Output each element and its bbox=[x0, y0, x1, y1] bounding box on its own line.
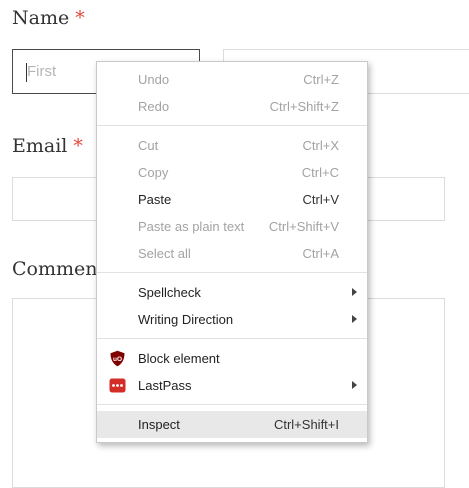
menu-item-label: Paste as plain text bbox=[138, 219, 245, 234]
menu-item-paste[interactable]: Paste Ctrl+V bbox=[97, 186, 367, 213]
submenu-arrow-icon bbox=[352, 381, 357, 389]
menu-item-paste-plain-text[interactable]: Paste as plain text Ctrl+Shift+V bbox=[97, 213, 367, 240]
menu-item-label: Block element bbox=[138, 351, 220, 366]
required-mark: * bbox=[75, 7, 85, 29]
menu-item-cut[interactable]: Cut Ctrl+X bbox=[97, 132, 367, 159]
menu-item-spellcheck[interactable]: Spellcheck bbox=[97, 279, 367, 306]
menu-separator bbox=[97, 125, 367, 126]
menu-item-shortcut: Ctrl+C bbox=[301, 165, 339, 180]
menu-item-shortcut: Ctrl+Shift+I bbox=[273, 417, 339, 432]
menu-item-label: Copy bbox=[138, 165, 169, 180]
menu-item-select-all[interactable]: Select all Ctrl+A bbox=[97, 240, 367, 267]
submenu-arrow-icon bbox=[352, 315, 357, 323]
menu-item-shortcut: Ctrl+Shift+Z bbox=[269, 99, 339, 114]
required-mark: * bbox=[73, 135, 83, 157]
menu-item-undo[interactable]: Undo Ctrl+Z bbox=[97, 66, 367, 93]
menu-item-shortcut: Ctrl+A bbox=[302, 246, 339, 261]
context-menu: Undo Ctrl+Z Redo Ctrl+Shift+Z Cut Ctrl+X… bbox=[96, 61, 368, 443]
menu-item-copy[interactable]: Copy Ctrl+C bbox=[97, 159, 367, 186]
menu-separator bbox=[97, 272, 367, 273]
lastpass-icon bbox=[109, 378, 126, 393]
menu-item-shortcut: Ctrl+X bbox=[302, 138, 339, 153]
email-label: Email * bbox=[12, 135, 83, 157]
menu-item-writing-direction[interactable]: Writing Direction bbox=[97, 306, 367, 333]
menu-item-block-element[interactable]: uO Block element bbox=[97, 345, 367, 372]
menu-separator bbox=[97, 338, 367, 339]
menu-item-lastpass[interactable]: LastPass bbox=[97, 372, 367, 399]
submenu-arrow-icon bbox=[352, 288, 357, 296]
menu-item-label: Paste bbox=[138, 192, 172, 207]
menu-item-label: Spellcheck bbox=[138, 285, 201, 300]
menu-item-shortcut: Ctrl+Shift+V bbox=[268, 219, 339, 234]
menu-item-label: Undo bbox=[138, 72, 170, 87]
comment-label: Comment bbox=[12, 258, 106, 280]
menu-item-label: Select all bbox=[138, 246, 191, 261]
menu-item-label: LastPass bbox=[138, 378, 192, 393]
email-label-text: Email bbox=[12, 135, 68, 157]
menu-item-label: Inspect bbox=[138, 417, 180, 432]
menu-separator bbox=[97, 404, 367, 405]
menu-item-label: Redo bbox=[138, 99, 170, 114]
menu-item-inspect[interactable]: Inspect Ctrl+Shift+I bbox=[97, 411, 367, 438]
name-label-text: Name bbox=[12, 7, 70, 29]
menu-item-shortcut: Ctrl+Z bbox=[303, 72, 339, 87]
name-label: Name * bbox=[12, 7, 85, 29]
menu-item-shortcut: Ctrl+V bbox=[302, 192, 339, 207]
menu-item-label: Cut bbox=[138, 138, 159, 153]
menu-item-label: Writing Direction bbox=[138, 312, 234, 327]
first-name-placeholder: First bbox=[27, 63, 57, 80]
svg-text:uO: uO bbox=[113, 356, 122, 363]
menu-item-redo[interactable]: Redo Ctrl+Shift+Z bbox=[97, 93, 367, 120]
ublock-origin-icon: uO bbox=[110, 350, 125, 367]
